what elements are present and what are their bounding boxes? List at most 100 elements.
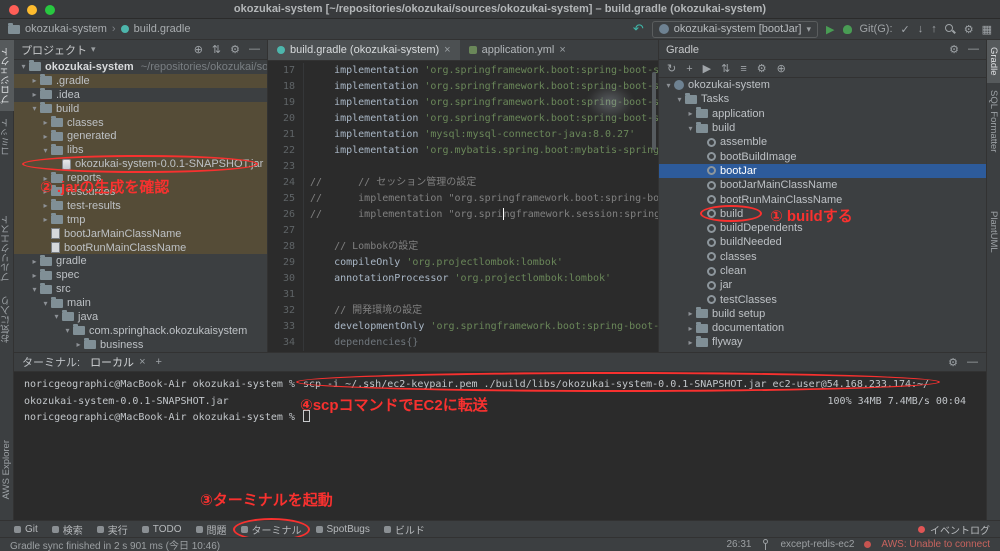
tree-item[interactable]: ▾ src (14, 282, 267, 296)
tab-application-yml[interactable]: application.yml × (460, 40, 575, 60)
chevron-collapsed-icon[interactable]: ▸ (685, 324, 696, 333)
tree-item[interactable]: ▾ build (659, 121, 986, 135)
chevron-collapsed-icon[interactable]: ▸ (29, 257, 40, 266)
chevron-collapsed-icon[interactable]: ▸ (29, 76, 40, 85)
toolwindow-button-6[interactable]: ターミナル (232, 517, 310, 541)
debug-button[interactable] (842, 24, 852, 34)
hide-panel-icon[interactable]: — (968, 43, 979, 56)
tree-item[interactable]: ▸ .idea (14, 88, 267, 102)
tree-item[interactable]: ▸ spec (14, 268, 267, 282)
toolwindow-button[interactable]: PlantUML (987, 204, 1000, 260)
tree-item[interactable]: ▾ okozukai-system (659, 78, 986, 92)
toolwindow-button-1[interactable]: Git (14, 522, 38, 537)
execute-icon[interactable]: ▶ (703, 62, 711, 75)
hide-panel-icon[interactable]: — (249, 43, 260, 56)
toolwindow-button-7[interactable]: SpotBugs (315, 522, 370, 537)
minimize-window-button[interactable] (27, 5, 37, 15)
tree-item[interactable]: clean (659, 264, 986, 278)
hide-panel-icon[interactable]: — (967, 356, 978, 369)
gear-icon[interactable]: ⚙ (757, 62, 767, 75)
chevron-expanded-icon[interactable]: ▾ (51, 312, 62, 321)
tree-item[interactable]: ▸ business (14, 338, 267, 352)
tree-item[interactable]: ▸ tmp (14, 212, 267, 227)
tree-item[interactable]: assemble (659, 135, 986, 149)
chevron-collapsed-icon[interactable]: ▸ (40, 132, 51, 141)
chevron-collapsed-icon[interactable]: ▸ (73, 340, 84, 349)
tree-item[interactable]: ▸ .gradle (14, 73, 267, 88)
close-tab-icon[interactable]: × (139, 356, 145, 368)
toolwindow-button-8[interactable]: ビルド (383, 522, 425, 537)
toolwindow-button-2[interactable]: 検索 (51, 522, 83, 537)
chevron-expanded-icon[interactable]: ▾ (40, 146, 51, 155)
chevron-collapsed-icon[interactable]: ▸ (29, 90, 40, 99)
chevron-expanded-icon[interactable]: ▾ (685, 124, 696, 133)
aws-status[interactable]: AWS: Unable to connect (881, 539, 990, 550)
tree-item[interactable]: ▾ Tasks (659, 92, 986, 106)
toolwindow-button[interactable]: コミット (0, 111, 15, 163)
chevron-expanded-icon[interactable]: ▾ (29, 104, 40, 113)
chevron-collapsed-icon[interactable]: ▸ (40, 201, 51, 210)
tree-item[interactable]: ▾ com.springhack.okozukaisystem (14, 324, 267, 338)
tab-build-gradle[interactable]: build.gradle (okozukai-system) × (268, 40, 460, 60)
tree-item[interactable]: bootJarMainClassName (14, 226, 267, 241)
scrollbar-thumb[interactable] (652, 72, 656, 150)
tree-item[interactable]: buildNeeded (659, 235, 986, 249)
chevron-expanded-icon[interactable]: ▾ (29, 285, 40, 294)
git-push-icon[interactable]: ↑ (931, 23, 937, 35)
tree-item[interactable]: ▸ gradle (14, 254, 267, 268)
gear-icon[interactable]: ⚙ (230, 43, 240, 56)
chevron-collapsed-icon[interactable]: ▸ (685, 338, 696, 347)
breadcrumb-file[interactable]: build.gradle (134, 23, 191, 35)
chevron-expanded-icon[interactable]: ▾ (674, 95, 685, 104)
tree-item[interactable]: ▸ application (659, 107, 986, 121)
chevron-expanded-icon[interactable]: ▾ (663, 81, 674, 90)
sort-icon[interactable]: ⇅ (721, 62, 730, 75)
chevron-collapsed-icon[interactable]: ▸ (40, 215, 51, 224)
toolwindow-button[interactable]: AWS Explorer (0, 433, 13, 506)
tree-item[interactable]: testClasses (659, 292, 986, 306)
new-terminal-button[interactable]: + (156, 356, 162, 368)
tree-item[interactable]: ▾ main (14, 296, 267, 310)
load-gradle-changes-icon[interactable]: ↶ (633, 21, 644, 37)
toolwindow-button[interactable]: SQL Formatter (987, 83, 1000, 159)
tree-item[interactable]: ▸ generated (14, 129, 267, 144)
terminal-output[interactable]: noricgeographic@MacBook-Air okozukai-sys… (14, 372, 986, 520)
git-branch-name[interactable]: except-redis-ec2 (781, 539, 855, 550)
toolwindow-button[interactable]: プルリクエスト (0, 208, 15, 289)
close-window-button[interactable] (9, 5, 19, 15)
git-update-icon[interactable]: ↓ (918, 23, 924, 35)
tree-item[interactable]: ▸ classes (14, 115, 267, 130)
layout-icon[interactable]: ▦ (982, 23, 992, 36)
close-tab-icon[interactable]: × (559, 44, 565, 56)
terminal-tab-local[interactable]: ローカル × (90, 354, 145, 370)
chevron-collapsed-icon[interactable]: ▸ (685, 109, 696, 118)
tree-item[interactable]: ▸ flyway (659, 335, 986, 349)
settings-gear-icon[interactable]: ⚙ (964, 23, 974, 36)
git-check-icon[interactable]: ✓ (901, 23, 910, 36)
plus-icon[interactable]: + (686, 63, 692, 75)
breadcrumb-project[interactable]: okozukai-system (25, 23, 107, 35)
caret-position[interactable]: 26:31 (726, 539, 751, 550)
chevron-collapsed-icon[interactable]: ▸ (685, 309, 696, 318)
tree-item[interactable]: ▸ test-results (14, 198, 267, 213)
zoom-window-button[interactable] (45, 5, 55, 15)
toolwindow-button[interactable]: Gradle (987, 40, 1000, 83)
tree-item[interactable]: ▾ okozukai-system ~/repositories/okozukai… (14, 60, 267, 74)
target-icon[interactable]: ⊕ (777, 62, 786, 75)
toolwindow-button-5[interactable]: 問題 (195, 522, 227, 537)
tree-item[interactable]: ▸ build setup (659, 307, 986, 321)
select-opened-file-icon[interactable]: ⊕ (194, 43, 203, 56)
close-tab-icon[interactable]: × (444, 44, 450, 56)
gear-icon[interactable]: ⚙ (948, 356, 958, 369)
tree-item[interactable]: okozukai-system-0.0.1-SNAPSHOT.jar (14, 157, 267, 172)
tree-item[interactable]: bootJarMainClassName (659, 178, 986, 192)
tree-item[interactable]: bootRunMainClassName (14, 240, 267, 255)
collapse-all-icon[interactable]: ⇅ (212, 43, 221, 56)
tree-item[interactable]: bootBuildImage (659, 149, 986, 163)
toolwindow-button[interactable]: プロジェクト (0, 40, 15, 111)
tree-item[interactable]: ▾ java (14, 310, 267, 324)
refresh-icon[interactable]: ↻ (667, 62, 676, 75)
gear-icon[interactable]: ⚙ (949, 43, 959, 56)
tree-item[interactable]: ▾ build (14, 101, 267, 116)
chevron-expanded-icon[interactable]: ▾ (18, 62, 29, 71)
